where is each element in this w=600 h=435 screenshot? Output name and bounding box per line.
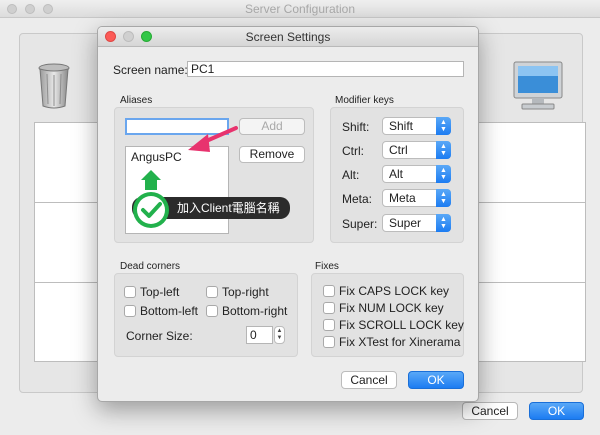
- minimize-window-icon[interactable]: [25, 4, 35, 14]
- popup-arrows-icon: ▲ ▼: [436, 165, 451, 183]
- remove-alias-button[interactable]: Remove: [239, 146, 305, 163]
- meta-label: Meta:: [342, 192, 373, 206]
- fixes-group-label: Fixes: [315, 261, 339, 272]
- shift-popup[interactable]: Shift ▲ ▼: [382, 117, 451, 135]
- popup-arrows-icon: ▲ ▼: [436, 141, 451, 159]
- close-window-icon[interactable]: [7, 4, 17, 14]
- meta-popup-value: Meta: [389, 191, 416, 205]
- window-ok-button[interactable]: OK: [529, 402, 584, 420]
- computer-icon[interactable]: [512, 61, 564, 111]
- fix-caps-lock-checkbox[interactable]: [323, 285, 335, 297]
- window-controls: [7, 4, 53, 14]
- bottom-right-checkbox[interactable]: [206, 305, 218, 317]
- fix-num-lock-row[interactable]: Fix NUM LOCK key: [323, 301, 444, 315]
- fix-caps-lock-row[interactable]: Fix CAPS LOCK key: [323, 284, 449, 298]
- top-left-checkbox[interactable]: [124, 286, 136, 298]
- super-label: Super:: [342, 217, 378, 231]
- green-check-pointer-icon: [133, 170, 169, 228]
- fix-num-lock-label: Fix NUM LOCK key: [339, 301, 444, 315]
- meta-popup[interactable]: Meta ▲ ▼: [382, 189, 451, 207]
- bottom-right-checkbox-row[interactable]: Bottom-right: [206, 304, 287, 318]
- close-dialog-icon[interactable]: [105, 31, 116, 42]
- popup-arrows-icon: ▲ ▼: [436, 117, 451, 135]
- shift-popup-value: Shift: [389, 119, 414, 133]
- bottom-left-checkbox-row[interactable]: Bottom-left: [124, 304, 198, 318]
- zoom-window-icon[interactable]: [43, 4, 53, 14]
- corner-size-input[interactable]: 0: [246, 326, 273, 344]
- aliases-group-label: Aliases: [120, 95, 153, 106]
- modifier-keys-group-label: Modifier keys: [335, 95, 394, 106]
- dialog-title: Screen Settings: [245, 30, 331, 44]
- window-cancel-button[interactable]: Cancel: [462, 402, 518, 420]
- add-alias-button[interactable]: Add: [239, 118, 305, 135]
- fix-scroll-lock-label: Fix SCROLL LOCK key: [339, 318, 464, 332]
- popup-arrows-icon: ▲ ▼: [436, 214, 451, 232]
- corner-size-stepper[interactable]: ▲ ▼: [274, 326, 285, 344]
- fix-xtest-row[interactable]: Fix XTest for Xinerama: [323, 335, 460, 349]
- dead-corners-group-label: Dead corners: [120, 261, 181, 272]
- bottom-left-checkbox[interactable]: [124, 305, 136, 317]
- bottom-right-label: Bottom-right: [222, 304, 288, 318]
- top-right-checkbox[interactable]: [206, 286, 218, 298]
- super-popup-value: Super: [389, 216, 422, 230]
- top-left-label: Top-left: [140, 285, 180, 299]
- fix-num-lock-checkbox[interactable]: [323, 302, 335, 314]
- pink-arrow-annotation: [188, 126, 238, 152]
- trash-icon[interactable]: [37, 62, 71, 110]
- top-right-checkbox-row[interactable]: Top-right: [206, 285, 269, 299]
- fix-caps-lock-label: Fix CAPS LOCK key: [339, 284, 450, 298]
- ctrl-label: Ctrl:: [342, 144, 364, 158]
- fix-scroll-lock-row[interactable]: Fix SCROLL LOCK key: [323, 318, 464, 332]
- top-left-checkbox-row[interactable]: Top-left: [124, 285, 179, 299]
- fix-xtest-checkbox[interactable]: [323, 336, 335, 348]
- ctrl-popup-value: Ctrl: [389, 143, 408, 157]
- zoom-dialog-icon[interactable]: [141, 31, 152, 42]
- minimize-dialog-icon: [123, 31, 134, 42]
- alt-popup[interactable]: Alt ▲ ▼: [382, 165, 451, 183]
- corner-size-label: Corner Size:: [126, 329, 193, 343]
- alt-popup-value: Alt: [389, 167, 404, 181]
- super-popup[interactable]: Super ▲ ▼: [382, 214, 451, 232]
- dialog-ok-button[interactable]: OK: [408, 371, 464, 389]
- window-title: Server Configuration: [244, 2, 356, 16]
- bottom-left-label: Bottom-left: [140, 304, 199, 318]
- screen-name-label: Screen name:: [113, 63, 188, 77]
- alt-label: Alt:: [342, 168, 360, 182]
- top-right-label: Top-right: [222, 285, 269, 299]
- popup-arrows-icon: ▲ ▼: [436, 189, 451, 207]
- dialog-window-controls: [105, 31, 152, 42]
- dialog-titlebar: Screen Settings: [98, 27, 478, 47]
- window-titlebar: Server Configuration: [0, 0, 600, 18]
- ctrl-popup[interactable]: Ctrl ▲ ▼: [382, 141, 451, 159]
- dialog-cancel-button[interactable]: Cancel: [341, 371, 397, 389]
- fix-xtest-label: Fix XTest for Xinerama: [339, 335, 461, 349]
- fix-scroll-lock-checkbox[interactable]: [323, 319, 335, 331]
- screen-name-input[interactable]: PC1: [187, 61, 464, 77]
- shift-label: Shift:: [342, 120, 370, 134]
